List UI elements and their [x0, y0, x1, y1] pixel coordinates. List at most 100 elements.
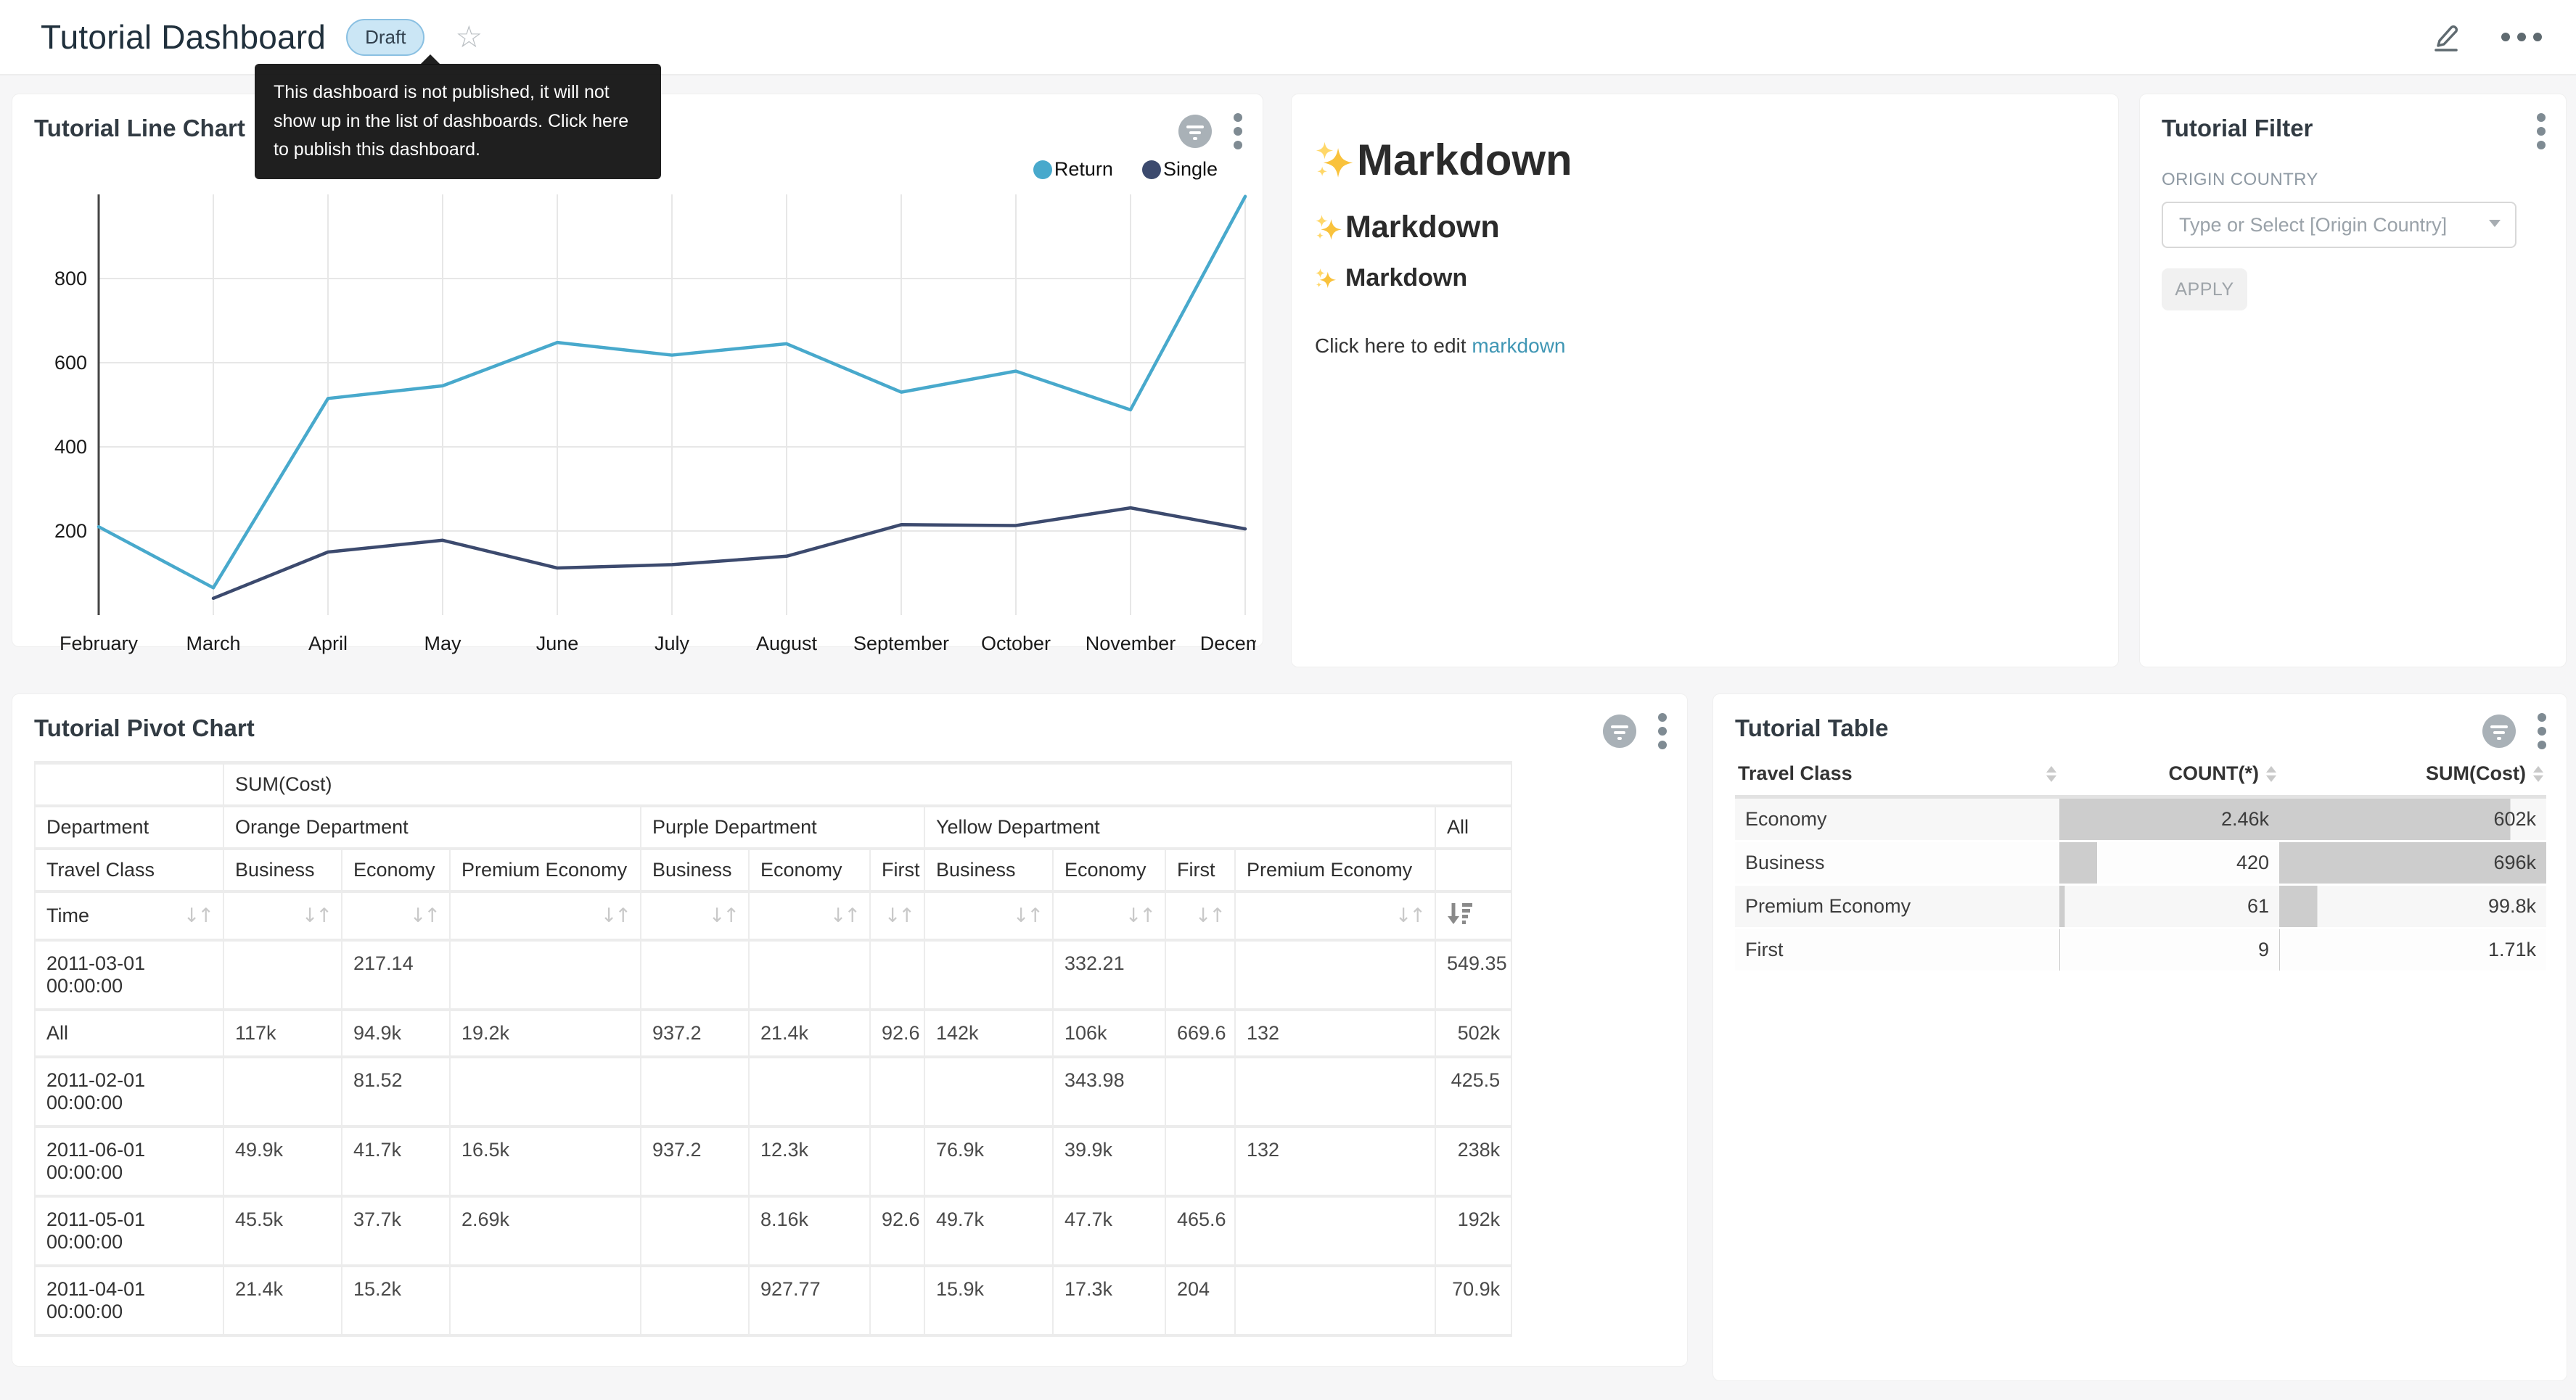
- filter-indicator-icon[interactable]: [1178, 115, 1212, 148]
- sort-header[interactable]: ↓↑: [924, 892, 1053, 940]
- apply-button[interactable]: APPLY: [2162, 268, 2247, 310]
- svg-text:October: October: [981, 633, 1051, 654]
- sort-header[interactable]: ↓↑: [342, 892, 450, 940]
- pivot-time-cell: All: [35, 1010, 223, 1057]
- sort-icon: ↓↑: [601, 905, 629, 927]
- legend-item-single[interactable]: Single: [1142, 158, 1218, 181]
- count-cell: 2.46k: [2059, 797, 2279, 841]
- legend-item-return[interactable]: Return: [1033, 158, 1113, 181]
- count-sort-header[interactable]: COUNT(*): [2059, 755, 2279, 797]
- pivot-value-cell: [450, 940, 641, 1010]
- sort-header[interactable]: ↓↑: [641, 892, 749, 940]
- travel-class-sort-header[interactable]: Travel Class: [1735, 755, 2059, 797]
- sum-cost-cell: 696k: [2279, 841, 2546, 885]
- sum-cost-sort-header[interactable]: SUM(Cost): [2279, 755, 2546, 797]
- tutorial-table: Travel Class COUNT(*) SUM(Cost): [1735, 755, 2546, 973]
- svg-text:800: 800: [54, 268, 87, 289]
- pivot-value-cell: [870, 1266, 924, 1335]
- sparkles-icon: [1315, 268, 1337, 289]
- pivot-value-cell: 927.77: [749, 1266, 870, 1335]
- table-row: First91.71k: [1735, 928, 2546, 972]
- pivot-value-cell: 47.7k: [1053, 1196, 1165, 1266]
- sort-desc-active-header[interactable]: [1435, 892, 1511, 940]
- svg-text:February: February: [60, 633, 139, 654]
- pivot-value-cell: [450, 1057, 641, 1127]
- pivot-value-cell: [1235, 940, 1435, 1010]
- pivot-value-cell: [749, 1057, 870, 1127]
- sort-header[interactable]: ↓↑: [450, 892, 641, 940]
- pivot-value-cell: 425.5: [1435, 1057, 1511, 1127]
- pivot-value-cell: [1165, 1057, 1235, 1127]
- svg-text:200: 200: [54, 520, 87, 542]
- sparkles-icon: [1315, 214, 1342, 242]
- sort-header[interactable]: ↓↑: [223, 892, 342, 940]
- pivot-value-cell: 142k: [924, 1010, 1053, 1057]
- pivot-value-cell: [1235, 1196, 1435, 1266]
- sort-header[interactable]: ↓↑: [749, 892, 870, 940]
- return-series-dot: [1033, 160, 1052, 179]
- sort-icon: ↓↑: [1395, 905, 1424, 927]
- edit-pencil-icon[interactable]: [2429, 20, 2463, 54]
- count-cell: 61: [2059, 885, 2279, 928]
- sort-icon: ↓↑: [1013, 905, 1041, 927]
- measure-label: SUM(Cost): [223, 763, 1511, 807]
- pivot-value-cell: 117k: [223, 1010, 342, 1057]
- pivot-value-cell: [1165, 940, 1235, 1010]
- kebab-menu-icon[interactable]: [2537, 113, 2546, 149]
- sort-header[interactable]: ↓↑: [1235, 892, 1435, 940]
- travel-class-cell: First: [1735, 928, 2059, 972]
- pivot-value-cell: 204: [1165, 1266, 1235, 1335]
- pivot-row: 2011-05-01 00:00:0045.5k37.7k2.69k8.16k9…: [35, 1196, 1511, 1266]
- markdown-edit-link[interactable]: markdown: [1472, 334, 1565, 357]
- pivot-time-cell: 2011-04-01 00:00:00: [35, 1266, 223, 1335]
- time-sort-header[interactable]: Time↓↑: [35, 892, 223, 940]
- svg-text:July: July: [655, 633, 690, 654]
- pivot-value-cell: 41.7k: [342, 1127, 450, 1196]
- draft-status-badge[interactable]: Draft: [346, 19, 424, 56]
- pivot-value-cell: [223, 1057, 342, 1127]
- pivot-value-cell: [1165, 1127, 1235, 1196]
- sort-header[interactable]: ↓↑: [1053, 892, 1165, 940]
- line-chart-svg: 200400600800FebruaryMarchAprilMayJuneJul…: [22, 187, 1256, 667]
- svg-text:September: September: [853, 633, 949, 654]
- origin-country-select[interactable]: Type or Select [Origin Country]: [2162, 202, 2516, 248]
- filter-indicator-icon[interactable]: [2482, 715, 2516, 748]
- pivot-value-cell: 465.6: [1165, 1196, 1235, 1266]
- pivot-value-cell: 937.2: [641, 1010, 749, 1057]
- sort-icon: ↓↑: [1195, 905, 1223, 927]
- pivot-value-cell: [641, 940, 749, 1010]
- travel-class-cell: Premium Economy: [1735, 885, 2059, 928]
- sort-icon: ↓↑: [184, 905, 212, 927]
- filter-indicator-icon[interactable]: [1603, 715, 1636, 748]
- pivot-value-cell: 238k: [1435, 1127, 1511, 1196]
- pivot-value-cell: [450, 1266, 641, 1335]
- pivot-value-cell: [223, 940, 342, 1010]
- kebab-menu-icon[interactable]: [1234, 113, 1242, 149]
- pivot-value-cell: 21.4k: [749, 1010, 870, 1057]
- pivot-value-cell: [870, 940, 924, 1010]
- pivot-value-cell: 15.2k: [342, 1266, 450, 1335]
- sort-icon: ↓↑: [410, 905, 438, 927]
- pivot-value-cell: 217.14: [342, 940, 450, 1010]
- pivot-value-cell: 92.6: [870, 1196, 924, 1266]
- pivot-value-cell: 332.21: [1053, 940, 1165, 1010]
- favorite-star-icon[interactable]: ☆: [455, 22, 483, 52]
- kebab-menu-icon[interactable]: [2538, 713, 2546, 749]
- pivot-value-cell: 937.2: [641, 1127, 749, 1196]
- pivot-travel-class-row: Travel Class Business Economy Premium Ec…: [35, 849, 1511, 892]
- pivot-value-cell: 15.9k: [924, 1266, 1053, 1335]
- table-header-row: Travel Class COUNT(*) SUM(Cost): [1735, 755, 2546, 797]
- sort-header[interactable]: ↓↑: [870, 892, 924, 940]
- sort-carets-icon: [2533, 766, 2543, 782]
- kebab-menu-icon[interactable]: [1658, 713, 1667, 749]
- chart-legend: Return Single: [1033, 158, 1218, 181]
- pivot-value-cell: 17.3k: [1053, 1266, 1165, 1335]
- table-row: Economy2.46k602k: [1735, 797, 2546, 841]
- sum-cost-cell: 1.71k: [2279, 928, 2546, 972]
- svg-text:400: 400: [54, 436, 87, 458]
- svg-text:November: November: [1086, 633, 1176, 654]
- pivot-value-cell: [1235, 1057, 1435, 1127]
- more-ellipsis-icon[interactable]: [2501, 32, 2543, 42]
- pivot-value-cell: 92.6: [870, 1010, 924, 1057]
- sort-header[interactable]: ↓↑: [1165, 892, 1235, 940]
